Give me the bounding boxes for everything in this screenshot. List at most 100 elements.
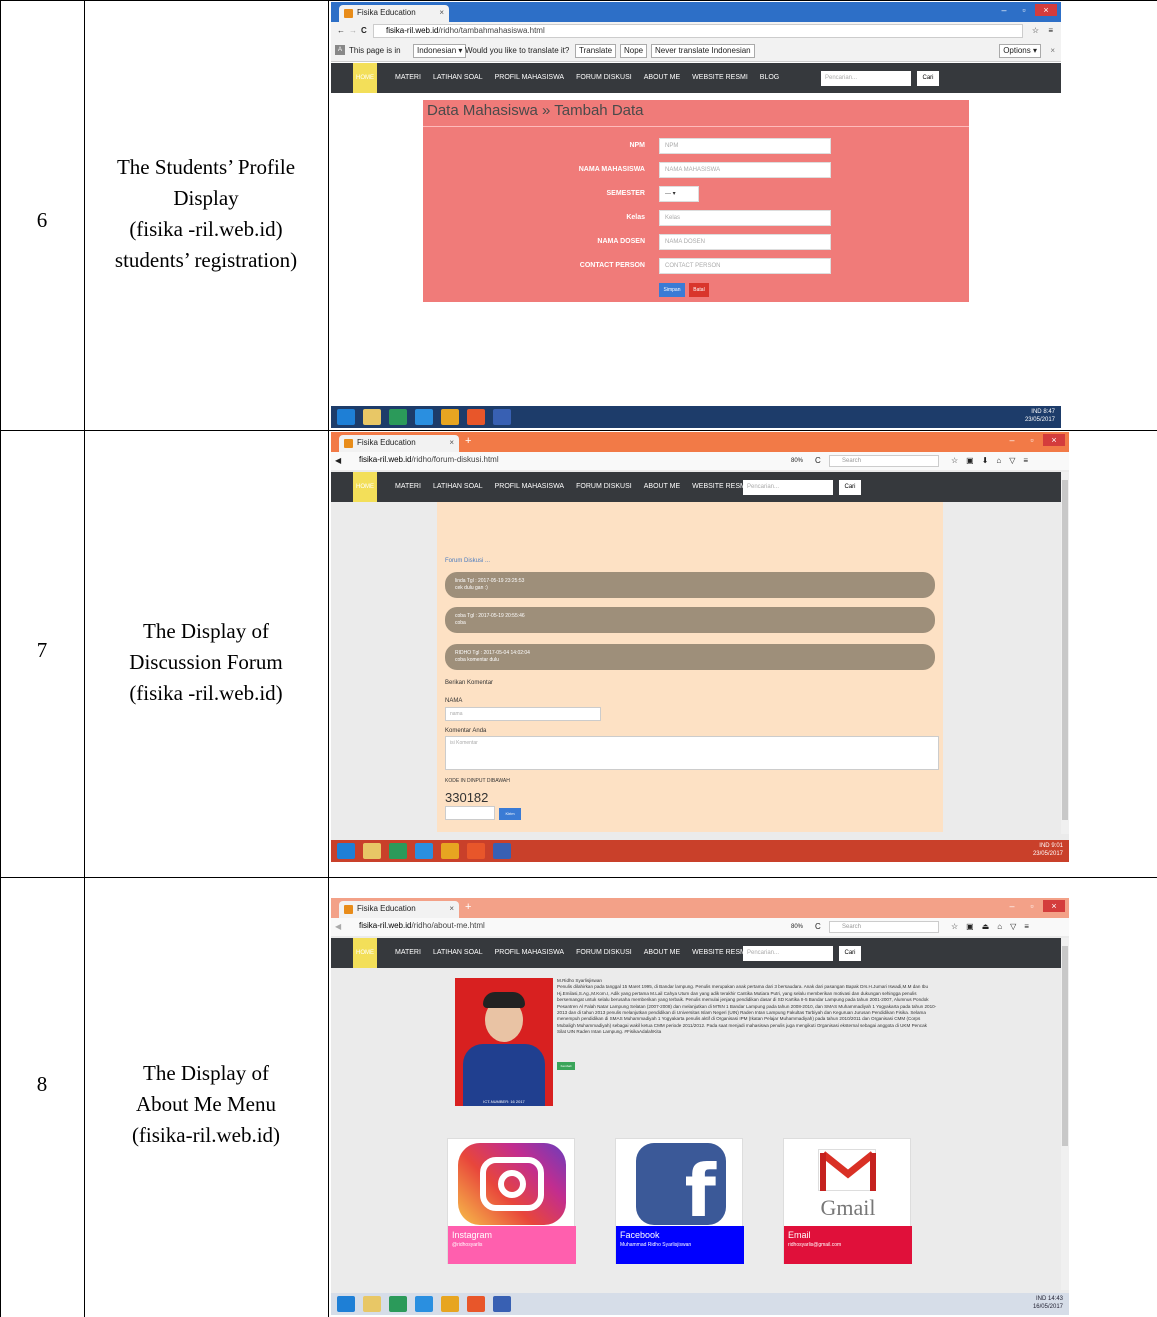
site-search-input[interactable]: Pencarian... xyxy=(743,480,833,495)
class-input[interactable]: Kelas xyxy=(659,210,831,226)
social-card-facebook[interactable]: f Facebook Muhammad Ridho Syarlisjiswan xyxy=(615,1138,744,1264)
start-icon[interactable] xyxy=(337,1296,355,1312)
options-button[interactable]: Options ▾ xyxy=(999,44,1041,58)
scrollbar[interactable] xyxy=(1061,938,1069,1290)
npm-input[interactable]: NPM xyxy=(659,138,831,154)
minimize-icon[interactable]: – xyxy=(995,4,1013,16)
back-icon[interactable]: ◀ xyxy=(335,452,341,470)
browser-tab[interactable]: Fisika Education × xyxy=(339,901,459,918)
word-icon[interactable] xyxy=(493,1296,511,1312)
minimize-icon[interactable]: – xyxy=(1003,434,1021,446)
firefox-icon[interactable] xyxy=(467,843,485,859)
nav-home[interactable]: HOME xyxy=(353,63,377,93)
nav-item[interactable]: BLOG xyxy=(760,63,779,93)
back-icon[interactable]: ← xyxy=(337,22,345,40)
browser-search[interactable]: Search xyxy=(829,455,939,467)
close-bar-icon[interactable]: × xyxy=(1050,40,1055,62)
maximize-icon[interactable]: ▫ xyxy=(1023,900,1041,912)
browser-tab[interactable]: Fisika Education × xyxy=(339,5,449,22)
ie-icon[interactable] xyxy=(415,1296,433,1312)
explorer-icon[interactable] xyxy=(363,843,381,859)
nav-home[interactable]: HOME xyxy=(353,938,377,968)
language-select[interactable]: Indonesian ▾ xyxy=(413,44,467,58)
nav-item[interactable]: LATIHAN SOAL xyxy=(433,63,483,93)
close-window-icon[interactable]: × xyxy=(1043,900,1065,912)
nav-item[interactable]: PROFIL MAHASISWA xyxy=(495,938,565,968)
nav-item[interactable]: FORUM DISKUSI xyxy=(576,472,632,502)
zoom-level[interactable]: 80% xyxy=(791,918,803,936)
nav-item[interactable]: LATIHAN SOAL xyxy=(433,938,483,968)
social-card-email[interactable]: Gmail Email ridhosyarlis@gmail.com xyxy=(783,1138,912,1264)
new-tab-icon[interactable]: + xyxy=(465,435,471,447)
reload-icon[interactable]: C xyxy=(815,918,821,936)
nav-item[interactable]: FORUM DISKUSI xyxy=(576,63,632,93)
social-card-instagram[interactable]: Instagram @ridhosyarlis xyxy=(447,1138,576,1264)
chrome-icon[interactable] xyxy=(441,409,459,425)
close-window-icon[interactable]: × xyxy=(1043,434,1065,446)
close-icon[interactable]: × xyxy=(449,901,454,917)
nav-item[interactable]: WEBSITE RESMI xyxy=(692,472,748,502)
site-search-input[interactable]: Pencarian... xyxy=(821,71,911,86)
ie-icon[interactable] xyxy=(415,409,433,425)
reload-icon[interactable]: C xyxy=(815,452,821,470)
start-icon[interactable] xyxy=(337,843,355,859)
semester-select[interactable]: --- ▾ xyxy=(659,186,699,202)
chrome-icon[interactable] xyxy=(441,843,459,859)
minimize-icon[interactable]: – xyxy=(1003,900,1021,912)
scrollbar[interactable] xyxy=(1061,472,1069,834)
nope-button[interactable]: Nope xyxy=(620,44,648,58)
nav-item[interactable]: WEBSITE RESMI xyxy=(692,63,748,93)
maximize-icon[interactable]: ▫ xyxy=(1023,434,1041,446)
back-button[interactable]: Kembali xyxy=(557,1062,575,1070)
maximize-icon[interactable]: ▫ xyxy=(1015,4,1033,16)
student-name-input[interactable]: NAMA MAHASISWA xyxy=(659,162,831,178)
nav-item[interactable]: ABOUT ME xyxy=(644,938,680,968)
url-field[interactable]: fisika-ril.web.id/ridho/forum-diskusi.ht… xyxy=(347,454,747,468)
store-icon[interactable] xyxy=(389,409,407,425)
nav-item[interactable]: PROFIL MAHASISWA xyxy=(495,472,565,502)
nav-item[interactable]: MATERI xyxy=(395,472,421,502)
contact-input[interactable]: CONTACT PERSON xyxy=(659,258,831,274)
word-icon[interactable] xyxy=(493,843,511,859)
chrome-icon[interactable] xyxy=(441,1296,459,1312)
toolbar-icons[interactable]: ☆▣⏏⌂▽≡ xyxy=(951,918,1037,936)
firefox-icon[interactable] xyxy=(467,1296,485,1312)
nav-item[interactable]: PROFIL MAHASISWA xyxy=(495,63,565,93)
cancel-button[interactable]: Batal xyxy=(689,283,709,297)
scrollbar-thumb[interactable] xyxy=(1062,946,1068,1146)
back-icon[interactable]: ◀ xyxy=(335,918,341,936)
nav-item[interactable]: FORUM DISKUSI xyxy=(576,938,632,968)
captcha-input[interactable] xyxy=(445,806,495,820)
nav-home[interactable]: HOME xyxy=(353,472,377,502)
send-button[interactable]: Kirim xyxy=(499,808,521,820)
scrollbar-thumb[interactable] xyxy=(1062,480,1068,820)
start-icon[interactable] xyxy=(337,409,355,425)
name-input[interactable]: nama xyxy=(445,707,601,721)
nav-item[interactable]: WEBSITE RESMI xyxy=(692,938,748,968)
store-icon[interactable] xyxy=(389,843,407,859)
menu-icon[interactable]: ≡ xyxy=(1048,22,1053,40)
close-icon[interactable]: × xyxy=(439,5,444,21)
nav-item[interactable]: LATIHAN SOAL xyxy=(433,472,483,502)
save-button[interactable]: Simpan xyxy=(659,283,685,297)
site-search-button[interactable]: Cari xyxy=(839,480,861,495)
close-icon[interactable]: × xyxy=(449,435,454,451)
explorer-icon[interactable] xyxy=(363,409,381,425)
nav-item[interactable]: ABOUT ME xyxy=(644,63,680,93)
firefox-icon[interactable] xyxy=(467,409,485,425)
nav-item[interactable]: ABOUT ME xyxy=(644,472,680,502)
nav-item[interactable]: MATERI xyxy=(395,63,421,93)
toolbar-icons[interactable]: ☆▣⬇⌂▽≡ xyxy=(951,452,1036,470)
site-search-input[interactable]: Pencarian... xyxy=(743,946,833,961)
star-icon[interactable]: ☆ xyxy=(1032,22,1039,40)
forward-icon[interactable]: → xyxy=(349,22,357,40)
url-field[interactable]: fisika-ril.web.id/ridho/about-me.html xyxy=(347,920,747,934)
store-icon[interactable] xyxy=(389,1296,407,1312)
site-search-button[interactable]: Cari xyxy=(917,71,939,86)
ie-icon[interactable] xyxy=(415,843,433,859)
word-icon[interactable] xyxy=(493,409,511,425)
site-search-button[interactable]: Cari xyxy=(839,946,861,961)
translate-button[interactable]: Translate xyxy=(575,44,617,58)
zoom-level[interactable]: 80% xyxy=(791,452,803,470)
explorer-icon[interactable] xyxy=(363,1296,381,1312)
